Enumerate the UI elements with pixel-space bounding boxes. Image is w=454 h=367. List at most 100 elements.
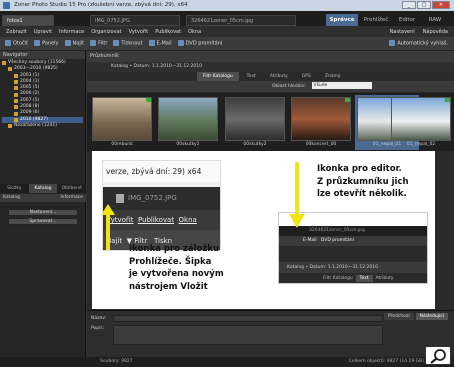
- tab-editor[interactable]: Editor: [394, 14, 420, 26]
- tab-prohlizec[interactable]: Prohlížeč: [361, 14, 391, 26]
- previous-button[interactable]: Předchozí: [383, 313, 414, 320]
- tab-slozky[interactable]: Složky: [0, 184, 29, 193]
- thumbnail[interactable]: 00skutky1: [156, 95, 220, 150]
- panels-icon: [34, 40, 41, 47]
- menu-organizovat[interactable]: Organizovat: [91, 29, 121, 35]
- description-field[interactable]: [113, 325, 383, 345]
- menu-napoveda[interactable]: Nápověda: [423, 29, 448, 35]
- menu-upravit[interactable]: Upravit: [34, 29, 52, 35]
- thumbnail[interactable]: 00koncert_00: [289, 95, 353, 150]
- crop-b-tab-filtr: Filtr Katalogu: [323, 276, 353, 281]
- menu-bar: Zobrazit Upravit Informace Organizovat V…: [0, 26, 454, 37]
- thumbnail-image: [158, 97, 218, 141]
- menu-vytvorit[interactable]: Vytvořit: [129, 29, 149, 35]
- catalog-path[interactable]: Katalog • Datum: 1.1.2010—31.12.2010: [87, 62, 454, 72]
- thumbnail-image: [225, 97, 285, 141]
- search-area-select[interactable]: Všude: [311, 82, 372, 89]
- dvd-label: DVD promítání: [185, 40, 223, 47]
- thumbnail-caption: 00koncert_00: [305, 142, 337, 147]
- folder-icon: [14, 73, 18, 78]
- tree-item-label: Nezařazeno (1241): [14, 122, 57, 128]
- wand-icon: [389, 40, 396, 47]
- rotate-button[interactable]: Otočit: [5, 40, 28, 47]
- menu-publikovat[interactable]: Publikovat: [155, 29, 181, 35]
- thumbnail[interactable]: 00rebuild: [90, 95, 154, 150]
- find-button[interactable]: Najít: [64, 40, 84, 47]
- tab-atributy[interactable]: Atributy: [264, 72, 294, 81]
- auto-enhance-button[interactable]: Automatický vyhlaš.: [389, 40, 448, 47]
- menu-informace[interactable]: Informace: [59, 29, 84, 35]
- caption-b-line: Ikonka pro editor.: [317, 164, 402, 174]
- doc-tab-fotos[interactable]: fotos1: [2, 15, 54, 26]
- tab-text[interactable]: Text: [241, 72, 262, 81]
- left-bottom-panel: [0, 310, 86, 357]
- nav-tabs: Předchozí Následující: [383, 313, 448, 320]
- crop-b-tab-atributy: Atributy: [375, 276, 394, 281]
- folder-icon: [14, 117, 18, 122]
- menu-okna[interactable]: Okna: [188, 29, 201, 35]
- minimize-button[interactable]: _: [402, 1, 416, 9]
- folder-icon: [14, 80, 18, 85]
- thumbnail-image: [291, 97, 351, 141]
- name-field[interactable]: [113, 315, 383, 322]
- folder-icon: [14, 111, 18, 116]
- crop-viewer-tab: IMG_0752.JPG: [103, 187, 220, 210]
- thumbnail-image: [92, 97, 152, 141]
- tab-oblibene[interactable]: Oblíbené: [57, 184, 86, 193]
- status-total: Celkem objektů: 9827 (14.19 GB): [348, 359, 424, 364]
- description-label: Popis:: [91, 326, 105, 331]
- filter-icon: [90, 40, 97, 47]
- tab-gps[interactable]: GPS: [296, 72, 317, 81]
- menu-zobrazit[interactable]: Zobrazit: [6, 29, 27, 35]
- tab-znamy[interactable]: Známý: [319, 72, 347, 81]
- thumbnail[interactable]: 01_nepal_02: [389, 95, 453, 150]
- crop-b-tab-text: Text: [355, 275, 373, 282]
- tree-item[interactable]: Nezařazeno (1241): [2, 123, 83, 129]
- next-button[interactable]: Následující: [415, 313, 448, 320]
- document-tabs: fotos1 IMG_0752.JPG 3264621zoner_05cm.jp…: [0, 11, 454, 26]
- caption-b-line: Z průzkumníku jich: [317, 176, 409, 187]
- toolbar: Otočit Panely Najít Filtr Tisknout E-Mai…: [0, 37, 454, 51]
- caption-viewer: Ikonka pro záložku Prohlížeče. Šipka je …: [129, 243, 224, 293]
- status-files: Soubory: 9827: [100, 359, 133, 364]
- window-title: Zoner Photo Studio 15 Pro (zkušební verz…: [14, 2, 188, 8]
- crop-menu-okna: Okna: [178, 216, 197, 224]
- dvd-button[interactable]: DVD promítání: [177, 40, 223, 47]
- tab-raw[interactable]: RAW: [423, 14, 447, 26]
- tab-filtr-katalogu[interactable]: Filtr Katalogu: [197, 72, 239, 81]
- thumbnail-caption: 00rebuild: [111, 142, 133, 147]
- envelope-icon: [148, 40, 155, 47]
- crop-b-tabs: Filtr Katalogu Text Atributy: [279, 273, 427, 283]
- settings-button[interactable]: Nastavení...: [8, 209, 78, 216]
- title-bar: Zoner Photo Studio 15 Pro (zkušební verz…: [0, 0, 454, 11]
- manage-button[interactable]: Spravovat...: [8, 218, 78, 225]
- catalog-section-title: Katalog: [3, 195, 21, 200]
- tab-katalog[interactable]: Katalog: [28, 184, 58, 193]
- app-icon: [3, 2, 10, 9]
- flag-icon: [445, 98, 450, 102]
- thumbnail[interactable]: 00skutky2: [223, 95, 287, 150]
- name-label: Název:: [91, 316, 107, 321]
- doc-tab-img[interactable]: IMG_0752.JPG: [90, 15, 180, 26]
- maximize-button[interactable]: □: [417, 1, 431, 9]
- arrow-up-icon: [101, 204, 115, 250]
- close-button[interactable]: ✕: [432, 1, 450, 9]
- magnifier-button[interactable]: [425, 346, 451, 365]
- panels-button[interactable]: Panely: [34, 40, 59, 47]
- crop-b-toolbar: E-Mail DVD promítání: [279, 236, 427, 246]
- magnifier-icon: [430, 349, 446, 364]
- tab-spravce[interactable]: Správce: [326, 14, 358, 26]
- info-panel: Název: Popis: Předchozí Následující: [87, 310, 454, 357]
- filter-button[interactable]: Filtr: [90, 40, 107, 47]
- caption-b-line: lze otevřít několik.: [317, 189, 407, 199]
- caption-a-line: je vytvořena novým: [129, 269, 224, 279]
- printer-icon: [113, 40, 120, 47]
- email-button[interactable]: E-Mail: [148, 40, 172, 47]
- print-button[interactable]: Tisknout: [113, 40, 143, 47]
- doc-tab-zoner[interactable]: 3264621zoner_05cm.jpg: [186, 15, 296, 26]
- caption-a-line: nástrojem Vložit: [129, 281, 208, 292]
- crop-b-email: E-Mail: [303, 238, 317, 243]
- arrow-down-icon: [289, 162, 305, 228]
- menu-nastaveni[interactable]: Nastavení: [390, 29, 415, 35]
- folder-icon: [8, 124, 12, 129]
